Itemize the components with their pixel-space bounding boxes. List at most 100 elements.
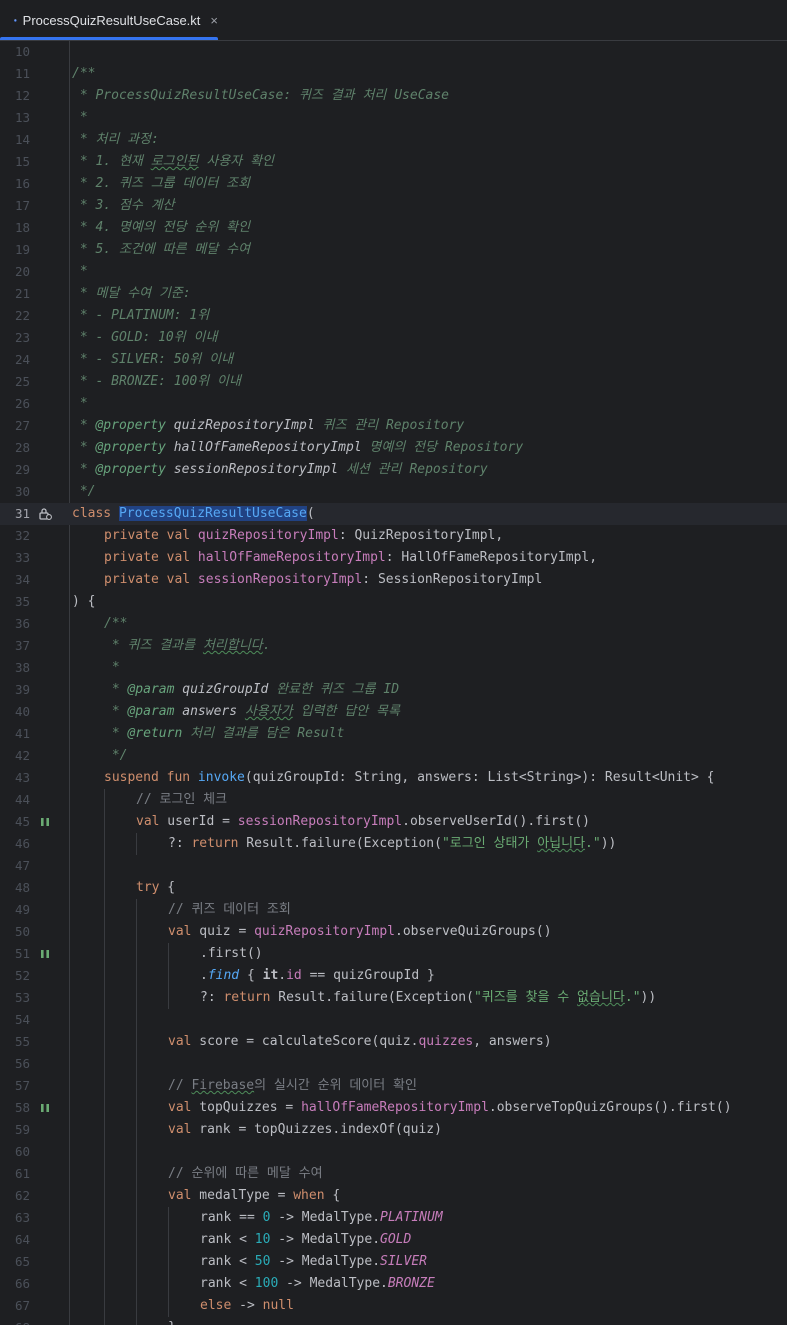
code-line: 62 val medalType = when { [0, 1185, 787, 1207]
line-number: 47 [14, 858, 30, 873]
doc-tag: @property [95, 418, 166, 433]
line-number: 12 [14, 88, 30, 103]
line-number: 43 [14, 770, 30, 785]
keyword: return [223, 990, 271, 1005]
keyword: val [168, 1034, 192, 1049]
code-text: Result.failure(Exception( [238, 836, 442, 851]
doc-comment: 퀴즈 관리 Repository [314, 418, 465, 433]
line-number: 35 [14, 594, 30, 609]
code-line: 30 */ [0, 481, 787, 503]
code-line: 10 [0, 41, 787, 63]
doc-comment: * [104, 682, 128, 697]
function-name: invoke [197, 770, 245, 785]
doc-comment: 처리 결과를 담은 Result [182, 726, 345, 741]
class-name-selected[interactable]: ProcessQuizResultUseCase [118, 506, 307, 521]
line-number: 15 [14, 154, 30, 169]
doc-comment: 사용자 확인 [198, 154, 275, 169]
code-text: -> [231, 1298, 263, 1313]
suspend-call-icon[interactable] [38, 943, 52, 965]
code-line: 32 private val quizRepositoryImpl: QuizRe… [0, 525, 787, 547]
line-number: 49 [14, 902, 30, 917]
line-number: 53 [14, 990, 30, 1005]
code-line: 35) { [0, 591, 787, 613]
doc-comment: * 메달 수여 기준: [72, 286, 191, 301]
doc-tag-value: quizGroupId [174, 682, 269, 697]
doc-comment: * 4. 명예의 전당 순위 확인 [72, 220, 251, 235]
code-line: 68} [0, 1317, 787, 1325]
implemented-lock-icon[interactable] [38, 503, 52, 525]
line-number: 31 [14, 506, 30, 521]
line-number: 32 [14, 528, 30, 543]
enum-value: BRONZE [387, 1276, 435, 1291]
doc-comment: /** [72, 66, 96, 81]
doc-tag: @param [127, 682, 175, 697]
code-text: score = calculateScore(quiz. [191, 1034, 419, 1049]
code-line: 61 // 순위에 따른 메달 수여 [0, 1163, 787, 1185]
code-text: == quizGroupId } [301, 968, 435, 983]
tab-process-quiz-result-use-case[interactable]: ProcessQuizResultUseCase.kt × [0, 0, 218, 40]
doc-comment: * [72, 110, 88, 125]
property: sessionRepositoryImpl [237, 814, 403, 829]
doc-tag: @property [95, 440, 166, 455]
line-number: 44 [14, 792, 30, 807]
line-number: 21 [14, 286, 30, 301]
line-number: 38 [14, 660, 30, 675]
code-line: 53?: return Result.failure(Exception("퀴즈… [0, 987, 787, 1009]
line-number: 55 [14, 1034, 30, 1049]
code-line: 57 // Firebase의 실시간 순위 데이터 확인 [0, 1075, 787, 1097]
line-number: 20 [14, 264, 30, 279]
line-number: 10 [14, 44, 30, 59]
code-line: 17 * 3. 점수 계산 [0, 195, 787, 217]
code-text: Result.failure(Exception( [270, 990, 474, 1005]
line-number: 17 [14, 198, 30, 213]
property: quizRepositoryImpl [254, 924, 395, 939]
line-number: 50 [14, 924, 30, 939]
line-number: 16 [14, 176, 30, 191]
suspend-call-icon[interactable] [38, 1097, 52, 1119]
doc-comment: * 처리 과정: [72, 132, 159, 147]
keyword: val [168, 1188, 192, 1203]
code-line: 64 rank < 10 -> MedalType.GOLD [0, 1229, 787, 1251]
code-text: -> MedalType. [270, 1254, 381, 1269]
string-literal: ." [624, 990, 641, 1005]
doc-comment: . [262, 638, 271, 653]
line-number: 52 [14, 968, 30, 983]
doc-tag: @return [127, 726, 183, 741]
code-line: 13 * [0, 107, 787, 129]
code-line: 29 * @property sessionRepositoryImpl 세션 … [0, 459, 787, 481]
line-number: 58 [14, 1100, 30, 1115]
line-number: 65 [14, 1254, 30, 1269]
keyword: val [136, 814, 160, 829]
doc-comment: /** [104, 616, 128, 631]
code-text: { [159, 880, 176, 895]
tab-close-icon[interactable]: × [210, 13, 218, 28]
code-text: -> MedalType. [270, 1210, 381, 1225]
doc-comment: * - GOLD: 10위 이내 [72, 330, 218, 345]
keyword: suspend fun [104, 770, 191, 785]
doc-comment: */ [72, 484, 96, 499]
doc-comment: * 1. 현재 [72, 154, 151, 169]
keyword: null [262, 1298, 294, 1313]
property: quizRepositoryImpl [197, 528, 339, 543]
doc-tag-value: answers [174, 704, 238, 719]
code-text: . [278, 968, 287, 983]
suspend-call-icon[interactable] [38, 811, 52, 833]
code-editor[interactable]: 10 11/** 12 * ProcessQuizResultUseCase: … [0, 41, 787, 1325]
code-text: rank < [200, 1254, 255, 1269]
code-line: 33 private val hallOfFameRepositoryImpl: … [0, 547, 787, 569]
doc-tag: @param [127, 704, 175, 719]
code-line: 43 suspend fun invoke(quizGroupId: String… [0, 767, 787, 789]
line-number: 34 [14, 572, 30, 587]
line-number: 68 [0, 1317, 30, 1325]
code-text: medalType = [191, 1188, 294, 1203]
code-line: 18 * 4. 명예의 전당 순위 확인 [0, 217, 787, 239]
keyword: class [72, 506, 112, 521]
line-comment: 의 실시간 순위 데이터 확인 [254, 1078, 417, 1093]
code-line: 54 [0, 1009, 787, 1031]
line-number: 41 [14, 726, 30, 741]
code-line: 11 /** [0, 63, 787, 85]
code-line: 55 val score = calculateScore(quiz.quizze… [0, 1031, 787, 1053]
code-line: 39 * @param quizGroupId 완료한 퀴즈 그룹 ID [0, 679, 787, 701]
code-line: 24 * - SILVER: 50위 이내 [0, 349, 787, 371]
doc-comment: * ProcessQuizResultUseCase: 퀴즈 결과 처리 Use… [72, 88, 449, 103]
